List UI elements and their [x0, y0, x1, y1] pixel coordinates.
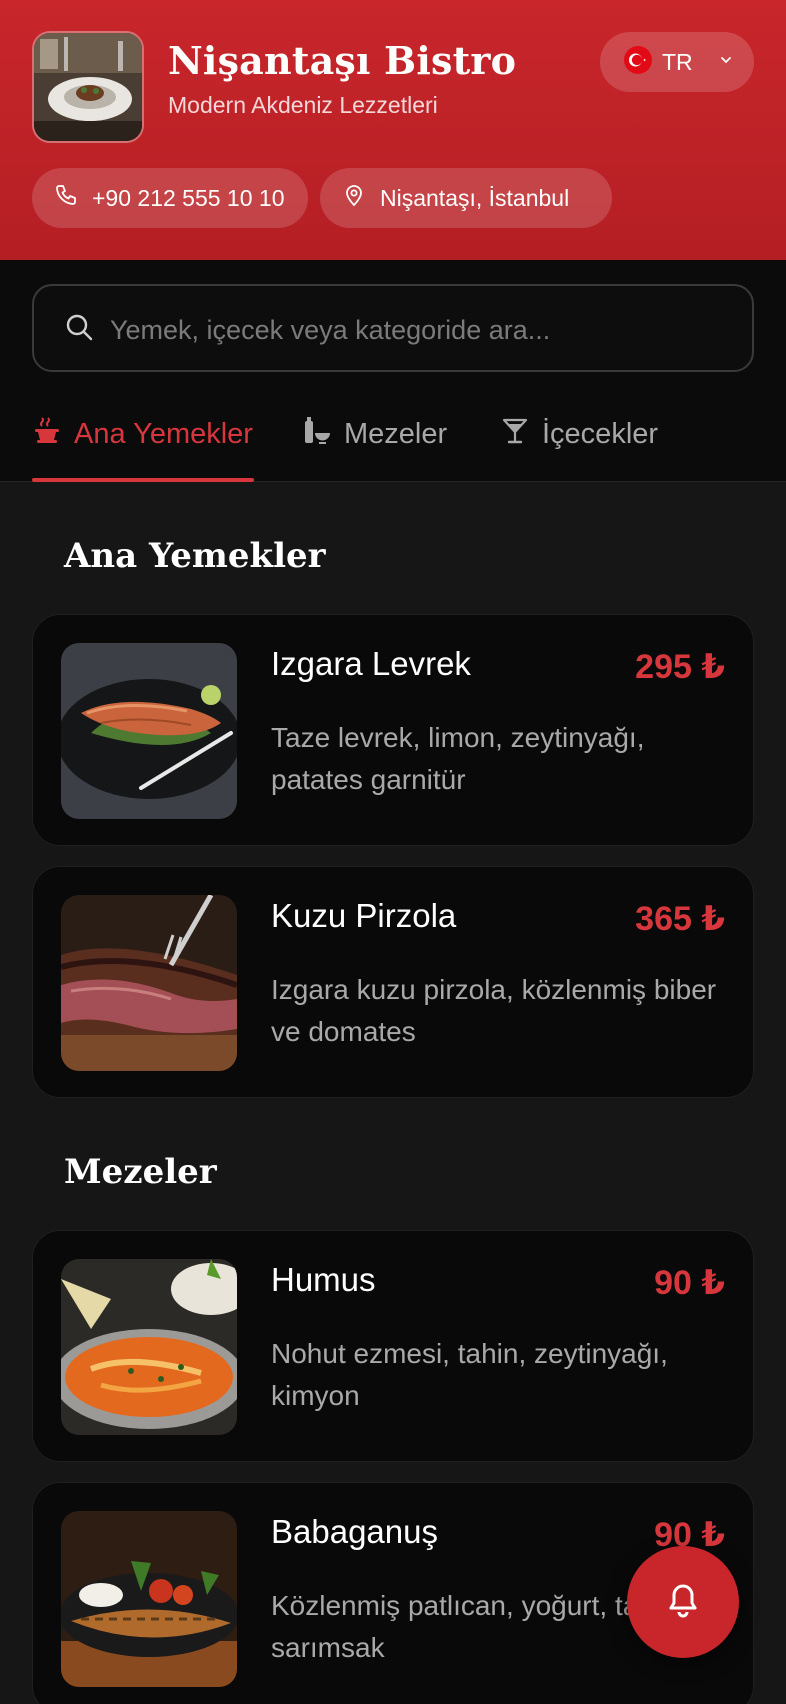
item-name: Izgara Levrek: [271, 645, 471, 682]
item-description: Izgara kuzu pirzola, közlenmiş biber ve …: [271, 974, 717, 1047]
item-description: Taze levrek, limon, zeytinyağı, patates …: [271, 722, 645, 795]
item-price: 295 ₺: [635, 648, 725, 686]
dish-photo: [61, 1259, 237, 1435]
item-price: 90 ₺: [654, 1264, 725, 1302]
tab-label: Mezeler: [344, 417, 448, 450]
section-title-ana-yemekler: Ana Yemekler: [64, 536, 326, 576]
cooking-pot-icon: [32, 415, 62, 453]
restaurant-header: Nişantaşı Bistro Modern Akdeniz Lezzetle…: [0, 0, 786, 260]
call-waiter-button[interactable]: [627, 1546, 739, 1658]
restaurant-name: Nişantaşı Bistro: [168, 38, 517, 83]
item-name: Babaganuş: [271, 1513, 438, 1550]
menu-item-card[interactable]: Kuzu Pirzola 365 ₺ Izgara kuzu pirzola, …: [32, 866, 754, 1098]
tab-icecekler[interactable]: İçecekler: [500, 406, 658, 462]
phone-icon: [54, 183, 78, 213]
language-selector[interactable]: TR: [600, 32, 754, 92]
turkey-flag-icon: [624, 45, 652, 79]
tab-label: Ana Yemekler: [74, 417, 253, 450]
menu-item-card[interactable]: Humus 90 ₺ Nohut ezmesi, tahin, zeytinya…: [32, 1230, 754, 1462]
phone-number: +90 212 555 10 10: [92, 184, 285, 211]
item-description: Nohut ezmesi, tahin, zeytinyağı, kimyon: [271, 1338, 668, 1411]
section-title-mezeler: Mezeler: [64, 1152, 217, 1192]
language-code: TR: [662, 48, 693, 75]
location-text: Nişantaşı, İstanbul: [380, 184, 570, 211]
tab-label: İçecekler: [542, 417, 659, 450]
menu-item-card[interactable]: Izgara Levrek 295 ₺ Taze levrek, limon, …: [32, 614, 754, 846]
location-chip[interactable]: Nişantaşı, İstanbul: [320, 168, 612, 228]
cocktail-glass-icon: [500, 415, 530, 453]
search-and-tabs-bar: Ana Yemekler Mezeler İçecekler: [0, 260, 786, 482]
restaurant-tagline: Modern Akdeniz Lezzetleri: [168, 92, 438, 118]
chevron-down-icon: [719, 53, 733, 72]
active-tab-indicator: [32, 478, 254, 482]
tab-mezeler[interactable]: Mezeler: [302, 406, 447, 462]
search-input[interactable]: [110, 308, 730, 352]
mortar-bottle-icon: [302, 415, 332, 453]
dish-photo: [61, 895, 237, 1071]
tab-ana-yemekler[interactable]: Ana Yemekler: [32, 406, 253, 462]
phone-chip[interactable]: +90 212 555 10 10: [32, 168, 308, 228]
search-icon: [64, 312, 94, 347]
item-name: Kuzu Pirzola: [271, 897, 457, 934]
item-name: Humus: [271, 1261, 376, 1298]
bell-icon: [663, 1580, 703, 1625]
dish-photo: [61, 1511, 237, 1687]
search-box: [32, 284, 754, 372]
restaurant-logo: [32, 31, 144, 143]
map-pin-icon: [342, 183, 366, 213]
dish-photo: [61, 643, 237, 819]
item-price: 365 ₺: [635, 900, 725, 938]
